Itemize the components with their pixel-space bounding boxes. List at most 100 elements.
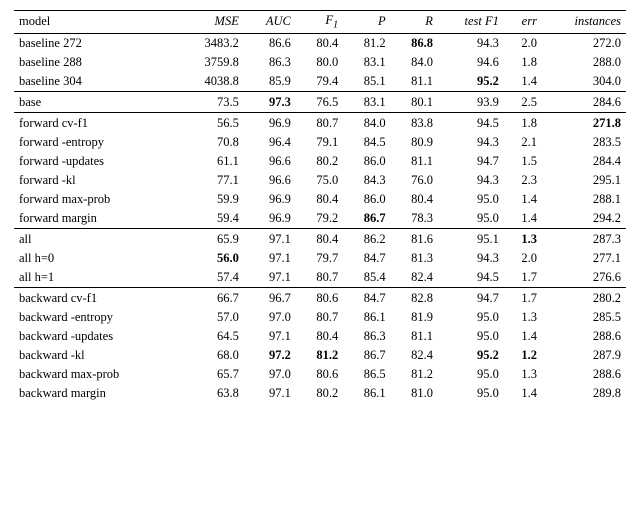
cell-err: 1.4 [504,384,542,403]
cell-p: 84.7 [343,287,390,308]
cell-auc: 96.9 [244,209,296,229]
cell-model: forward cv-f1 [14,112,178,133]
table-row: forward -updates61.196.680.286.081.194.7… [14,152,626,171]
cell-r: 86.8 [391,33,438,53]
cell-instances: 285.5 [542,308,626,327]
cell-err: 1.7 [504,287,542,308]
col-mse: MSE [178,11,244,34]
cell-auc: 97.0 [244,308,296,327]
cell-model: backward max-prob [14,365,178,384]
cell-testf1: 95.2 [438,72,504,92]
table-row: forward margin59.496.979.286.778.395.01.… [14,209,626,229]
cell-f1: 79.1 [296,133,343,152]
cell-f1: 80.6 [296,287,343,308]
cell-p: 84.7 [343,249,390,268]
cell-model: all h=1 [14,268,178,288]
cell-testf1: 95.0 [438,365,504,384]
cell-f1: 80.4 [296,33,343,53]
cell-instances: 280.2 [542,287,626,308]
cell-mse: 59.9 [178,190,244,209]
cell-err: 1.8 [504,53,542,72]
cell-model: backward margin [14,384,178,403]
cell-mse: 65.9 [178,228,244,249]
cell-err: 1.3 [504,365,542,384]
cell-model: baseline 272 [14,33,178,53]
cell-instances: 284.6 [542,91,626,112]
cell-instances: 277.1 [542,249,626,268]
cell-err: 1.4 [504,327,542,346]
cell-p: 83.1 [343,91,390,112]
cell-model: backward -kl [14,346,178,365]
cell-f1: 81.2 [296,346,343,365]
col-r: R [391,11,438,34]
results-table: model MSE AUC F1 P R test F1 err instanc… [14,10,626,403]
cell-mse: 68.0 [178,346,244,365]
cell-mse: 73.5 [178,91,244,112]
cell-r: 81.1 [391,72,438,92]
cell-mse: 59.4 [178,209,244,229]
table-row: forward max-prob59.996.980.486.080.495.0… [14,190,626,209]
table-row: forward -kl77.196.675.084.376.094.32.329… [14,171,626,190]
cell-testf1: 94.3 [438,249,504,268]
cell-mse: 3483.2 [178,33,244,53]
col-auc: AUC [244,11,296,34]
cell-auc: 96.6 [244,171,296,190]
table-header-row: model MSE AUC F1 P R test F1 err instanc… [14,11,626,34]
cell-mse: 56.0 [178,249,244,268]
cell-mse: 64.5 [178,327,244,346]
cell-instances: 304.0 [542,72,626,92]
cell-p: 86.1 [343,384,390,403]
cell-f1: 80.7 [296,112,343,133]
cell-testf1: 94.7 [438,287,504,308]
cell-auc: 96.7 [244,287,296,308]
cell-err: 2.0 [504,249,542,268]
cell-p: 84.3 [343,171,390,190]
cell-auc: 96.6 [244,152,296,171]
cell-testf1: 94.5 [438,112,504,133]
cell-model: forward max-prob [14,190,178,209]
cell-instances: 294.2 [542,209,626,229]
cell-r: 82.4 [391,268,438,288]
cell-err: 1.4 [504,190,542,209]
col-err: err [504,11,542,34]
cell-model: all [14,228,178,249]
cell-r: 76.0 [391,171,438,190]
cell-r: 81.1 [391,327,438,346]
cell-testf1: 95.0 [438,308,504,327]
col-model: model [14,11,178,34]
table-row: forward cv-f156.596.980.784.083.894.51.8… [14,112,626,133]
cell-instances: 289.8 [542,384,626,403]
table-row: base73.597.376.583.180.193.92.5284.6 [14,91,626,112]
cell-mse: 66.7 [178,287,244,308]
cell-model: forward margin [14,209,178,229]
cell-r: 81.0 [391,384,438,403]
cell-auc: 97.1 [244,268,296,288]
cell-p: 86.2 [343,228,390,249]
cell-err: 1.5 [504,152,542,171]
cell-testf1: 94.6 [438,53,504,72]
cell-testf1: 95.0 [438,327,504,346]
cell-model: all h=0 [14,249,178,268]
cell-err: 2.1 [504,133,542,152]
cell-mse: 63.8 [178,384,244,403]
table-row: backward cv-f166.796.780.684.782.894.71.… [14,287,626,308]
cell-testf1: 94.3 [438,133,504,152]
cell-p: 84.5 [343,133,390,152]
cell-mse: 65.7 [178,365,244,384]
cell-f1: 80.2 [296,384,343,403]
cell-model: backward cv-f1 [14,287,178,308]
table-row: backward -entropy57.097.080.786.181.995.… [14,308,626,327]
cell-testf1: 94.5 [438,268,504,288]
table-row: all h=056.097.179.784.781.394.32.0277.1 [14,249,626,268]
cell-f1: 80.4 [296,327,343,346]
cell-auc: 96.4 [244,133,296,152]
cell-auc: 85.9 [244,72,296,92]
cell-r: 81.9 [391,308,438,327]
cell-r: 80.4 [391,190,438,209]
cell-mse: 70.8 [178,133,244,152]
cell-p: 86.0 [343,190,390,209]
cell-auc: 86.6 [244,33,296,53]
cell-testf1: 95.0 [438,190,504,209]
cell-r: 81.1 [391,152,438,171]
cell-mse: 4038.8 [178,72,244,92]
